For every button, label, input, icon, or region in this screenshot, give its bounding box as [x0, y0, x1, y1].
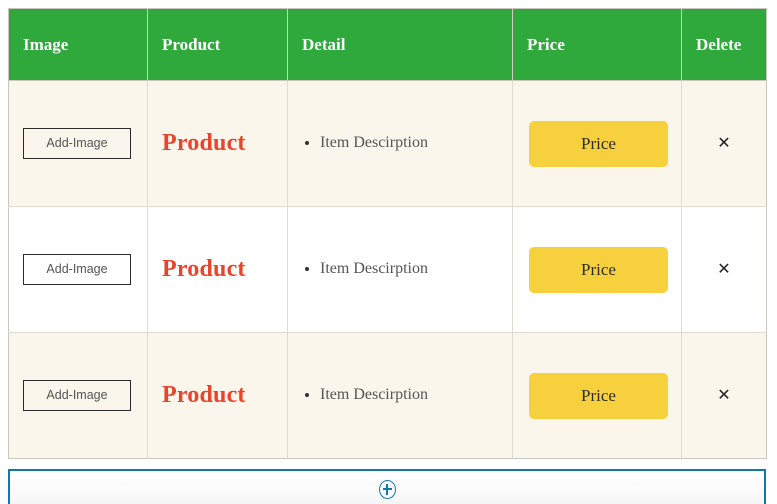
cell-detail: Item Descirption — [287, 80, 513, 207]
cell-price: Price — [512, 206, 682, 333]
cell-product: Product — [147, 332, 288, 459]
table-row: Add-Image Product Item Descirption Price… — [8, 332, 767, 459]
close-x-icon[interactable]: ✕ — [717, 386, 730, 403]
product-name: Product — [162, 382, 246, 408]
column-header-product: Product — [147, 8, 288, 81]
cell-delete: ✕ — [681, 80, 767, 207]
cell-detail: Item Descirption — [287, 332, 513, 459]
table-header-row: Image Product Detail Price Delete — [8, 8, 767, 81]
detail-list-item: Item Descirption — [320, 384, 512, 406]
column-header-price: Price — [512, 8, 682, 81]
add-image-button[interactable]: Add-Image — [23, 254, 131, 285]
cell-detail: Item Descirption — [287, 206, 513, 333]
table-body: Add-Image Product Item Descirption Price… — [8, 80, 767, 459]
add-image-button[interactable]: Add-Image — [23, 128, 131, 159]
add-image-button[interactable]: Add-Image — [23, 380, 131, 411]
detail-list: Item Descirption — [302, 132, 512, 154]
cell-image: Add-Image — [8, 332, 148, 459]
cell-product: Product — [147, 80, 288, 207]
detail-list-item: Item Descirption — [320, 258, 512, 280]
product-name: Product — [162, 256, 246, 282]
plus-circle-icon — [378, 479, 396, 499]
cell-price: Price — [512, 80, 682, 207]
price-button[interactable]: Price — [529, 120, 668, 167]
page-root: Image Product Detail Price Delete Add-Im… — [0, 0, 777, 504]
price-button[interactable]: Price — [529, 372, 668, 419]
cell-image: Add-Image — [8, 80, 148, 207]
cell-price: Price — [512, 332, 682, 459]
cell-image: Add-Image — [8, 206, 148, 333]
cell-delete: ✕ — [681, 206, 767, 333]
close-x-icon[interactable]: ✕ — [717, 260, 730, 277]
detail-list-item: Item Descirption — [320, 132, 512, 154]
close-x-icon[interactable]: ✕ — [717, 134, 730, 151]
product-name: Product — [162, 130, 246, 156]
add-row-button[interactable] — [8, 469, 766, 504]
cell-delete: ✕ — [681, 332, 767, 459]
detail-list: Item Descirption — [302, 258, 512, 280]
column-header-detail: Detail — [287, 8, 513, 81]
column-header-image: Image — [8, 8, 148, 81]
column-header-delete: Delete — [681, 8, 767, 81]
price-button[interactable]: Price — [529, 246, 668, 293]
detail-list: Item Descirption — [302, 384, 512, 406]
table-row: Add-Image Product Item Descirption Price… — [8, 80, 767, 207]
cell-product: Product — [147, 206, 288, 333]
table-row: Add-Image Product Item Descirption Price… — [8, 206, 767, 333]
product-table: Image Product Detail Price Delete Add-Im… — [8, 8, 767, 459]
table-header: Image Product Detail Price Delete — [8, 8, 767, 81]
